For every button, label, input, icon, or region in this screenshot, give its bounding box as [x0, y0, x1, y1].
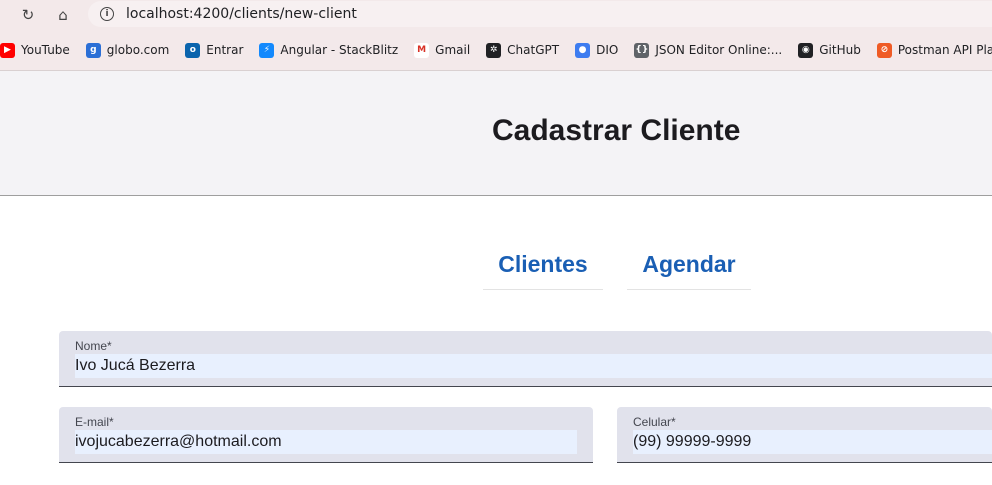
gmail-icon: M	[414, 42, 430, 58]
bookmark-gmail[interactable]: M Gmail	[414, 42, 471, 58]
bookmark-label: Entrar	[206, 43, 244, 57]
chatgpt-icon: ✲	[486, 42, 502, 58]
tab-agendar[interactable]: Agendar	[627, 240, 751, 290]
youtube-icon: ▶	[0, 42, 15, 58]
outlook-icon: o	[185, 42, 201, 58]
bookmark-dio[interactable]: ● DIO	[575, 42, 619, 58]
email-field[interactable]: E-mail*	[59, 407, 593, 463]
bookmark-label: globo.com	[106, 43, 170, 57]
github-icon: ◉	[798, 42, 814, 58]
bookmark-chatgpt[interactable]: ✲ ChatGPT	[486, 42, 560, 58]
name-input[interactable]	[75, 354, 992, 378]
url-text[interactable]: localhost:4200/clients/new-client	[126, 6, 357, 22]
bookmark-label: DIO	[596, 43, 619, 57]
email-field-label: E-mail*	[75, 415, 114, 429]
bookmark-label: JSON Editor Online:...	[655, 43, 783, 57]
phone-field[interactable]: Celular*	[617, 407, 992, 463]
bookmark-github[interactable]: ◉ GitHub	[798, 42, 861, 58]
bookmark-youtube[interactable]: ▶ YouTube	[0, 42, 70, 58]
dio-icon: ●	[575, 42, 591, 58]
bookmark-json-editor[interactable]: {} JSON Editor Online:...	[634, 42, 783, 58]
email-input[interactable]	[75, 430, 577, 454]
bookmark-label: Gmail	[435, 43, 471, 57]
json-editor-icon: {}	[634, 42, 650, 58]
phone-field-label: Celular*	[633, 415, 676, 429]
bookmarks-bar: ▶ YouTube g globo.com o Entrar ⚡ Angular - Stac…	[0, 30, 992, 71]
globo-icon: g	[85, 42, 101, 58]
stackblitz-icon: ⚡	[259, 42, 275, 58]
bookmark-globo[interactable]: g globo.com	[85, 42, 170, 58]
home-icon[interactable]: ⌂	[52, 4, 74, 26]
address-bar[interactable]: i localhost:4200/clients/new-client	[88, 1, 992, 27]
bookmark-postman[interactable]: ⊘ Postman API Platform	[876, 42, 992, 58]
tab-clientes[interactable]: Clientes	[483, 240, 603, 290]
name-field[interactable]: Nome*	[59, 331, 992, 387]
reload-icon[interactable]: ↻	[17, 4, 39, 26]
phone-input[interactable]	[633, 430, 992, 454]
postman-icon: ⊘	[876, 42, 892, 58]
bookmark-label: ChatGPT	[507, 43, 560, 57]
bookmark-label: GitHub	[819, 43, 861, 57]
bookmark-label: YouTube	[21, 43, 70, 57]
name-field-label: Nome*	[75, 339, 112, 353]
page-title: Cadastrar Cliente	[492, 114, 741, 147]
bookmark-label: Angular - StackBlitz	[280, 43, 399, 57]
bookmark-label: Postman API Platform	[897, 43, 992, 57]
browser-toolbar: ↻ ⌂ i localhost:4200/clients/new-client	[0, 0, 992, 30]
bookmark-outlook[interactable]: o Entrar	[185, 42, 244, 58]
bookmark-stackblitz[interactable]: ⚡ Angular - StackBlitz	[259, 42, 399, 58]
site-info-icon[interactable]: i	[100, 7, 114, 21]
